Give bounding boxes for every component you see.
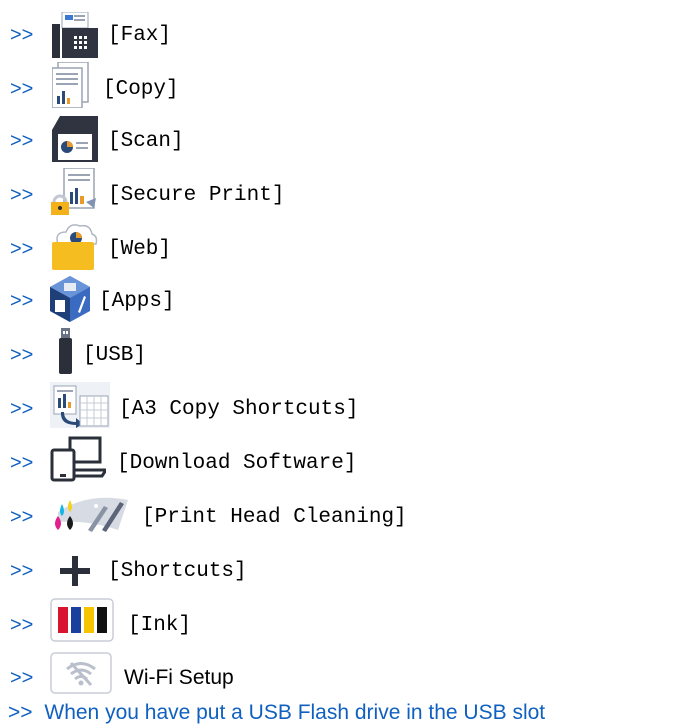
secure-print-icon <box>51 168 96 215</box>
arrow-marker: >> <box>10 290 34 312</box>
arrow-marker: >> <box>10 344 34 366</box>
print-head-cleaning-link[interactable]: [Print Head Cleaning] <box>142 506 407 529</box>
apps-icon <box>50 276 90 322</box>
print-head-cleaning-icon <box>55 497 128 532</box>
web-link[interactable]: [Web] <box>108 238 171 261</box>
arrow-marker: >> <box>10 24 34 46</box>
ink-icon <box>50 598 114 642</box>
arrow-marker: >> <box>10 452 34 474</box>
download-software-link[interactable]: [Download Software] <box>117 452 356 475</box>
arrow-marker: >> <box>10 398 34 420</box>
arrow-marker: >> <box>8 701 33 724</box>
arrow-marker: >> <box>10 560 34 582</box>
copy-icon <box>52 62 89 108</box>
apps-link[interactable]: [Apps] <box>99 290 175 313</box>
a3-copy-shortcuts-link[interactable]: [A3 Copy Shortcuts] <box>119 398 358 421</box>
arrow-marker: >> <box>10 130 34 152</box>
scan-icon <box>52 116 98 162</box>
secure-print-link[interactable]: [Secure Print] <box>108 184 284 207</box>
shortcuts-link[interactable]: [Shortcuts] <box>108 560 247 583</box>
arrow-marker: >> <box>10 667 34 689</box>
wifi-icon <box>50 652 112 694</box>
arrow-marker: >> <box>10 238 34 260</box>
ink-link[interactable]: [Ink] <box>128 614 191 637</box>
web-icon <box>52 224 98 270</box>
arrow-marker: >> <box>10 614 34 636</box>
plus-icon <box>60 556 90 586</box>
fax-link[interactable]: [Fax] <box>108 24 171 47</box>
arrow-marker: >> <box>10 506 34 528</box>
a3-copy-shortcuts-icon <box>50 382 110 428</box>
arrow-marker: >> <box>10 78 34 100</box>
arrow-marker: >> <box>10 184 34 206</box>
scan-link[interactable]: [Scan] <box>108 130 184 153</box>
usb-link[interactable]: [USB] <box>83 344 146 367</box>
fax-icon <box>52 12 98 58</box>
download-software-icon <box>50 436 106 482</box>
wifi-setup-link[interactable]: Wi-Fi Setup <box>124 666 234 690</box>
usb-flash-drive-label: When you have put a USB Flash drive in t… <box>44 701 546 724</box>
copy-link[interactable]: [Copy] <box>103 78 179 101</box>
usb-flash-drive-link[interactable]: >> When you have put a USB Flash drive i… <box>8 701 545 725</box>
usb-icon <box>59 328 72 374</box>
